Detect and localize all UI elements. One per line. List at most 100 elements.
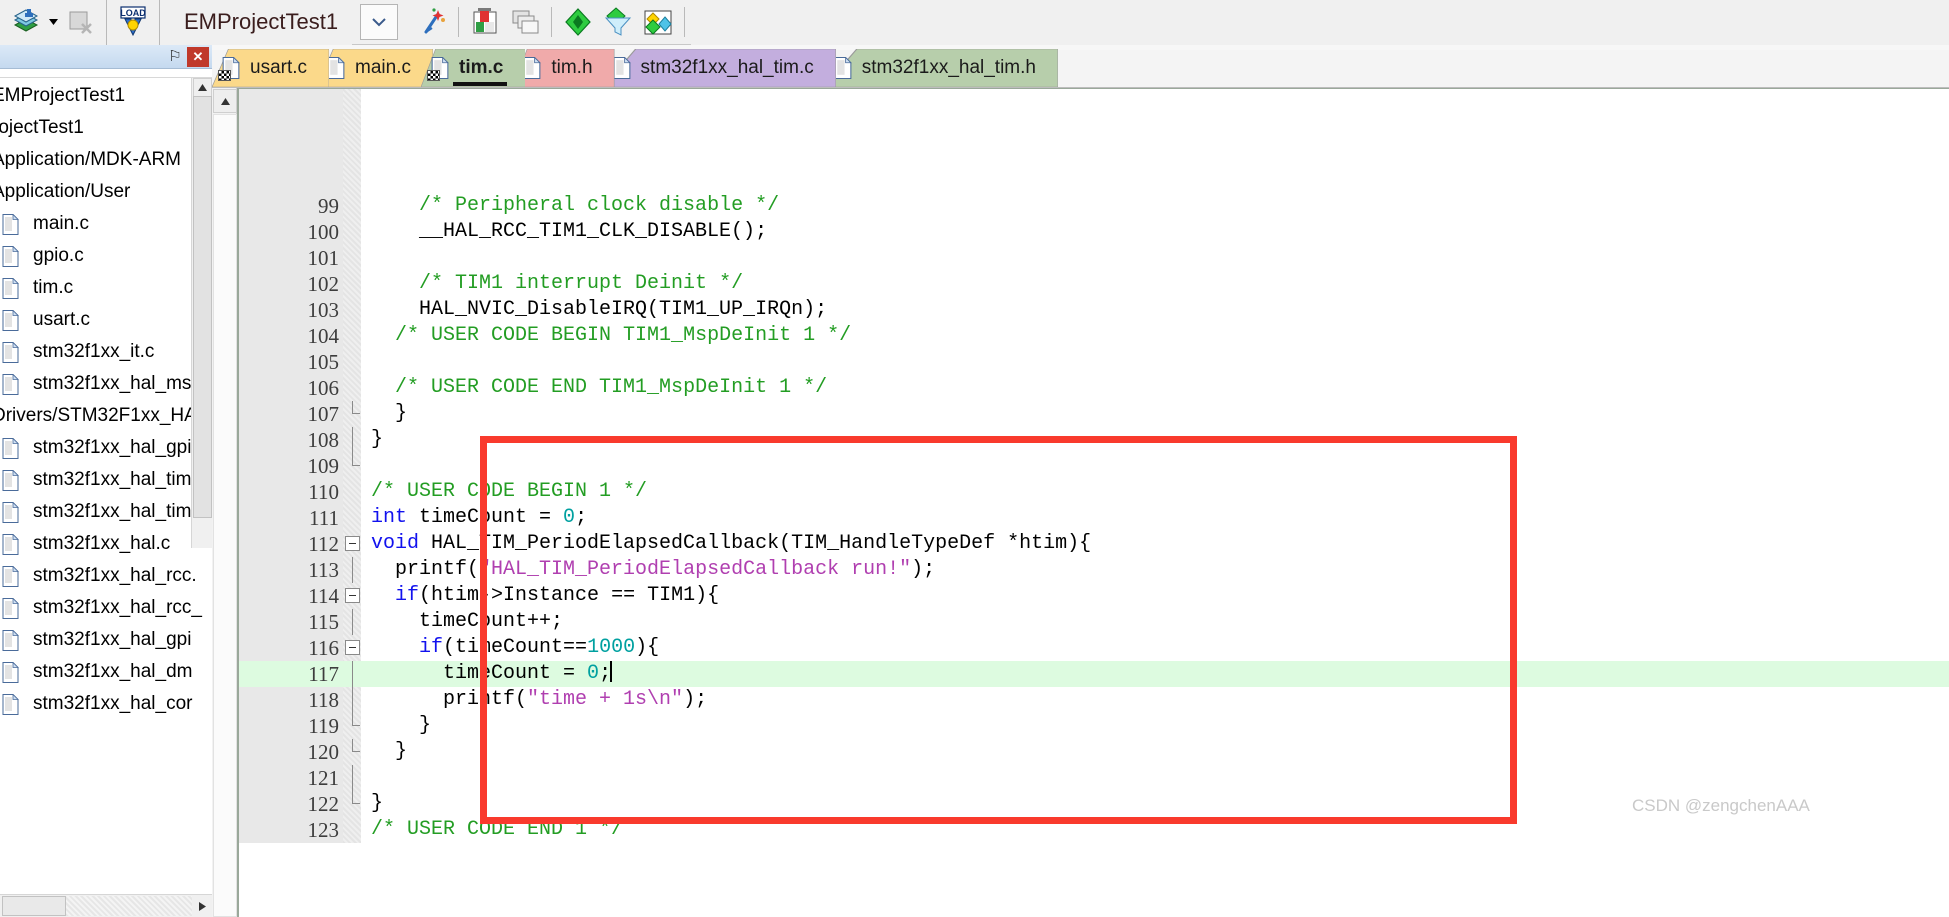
line-number: 100: [307, 220, 340, 244]
source-code[interactable]: 99 /* Peripheral clock disable */100 __H…: [239, 89, 1949, 843]
editor-tab-tim-h[interactable]: tim.h: [513, 48, 615, 87]
tree-file-row[interactable]: stm32f1xx_hal_dm: [0, 656, 212, 688]
project-target-combo[interactable]: [360, 4, 399, 40]
sidebar-vertical-scrollbar[interactable]: [191, 78, 212, 548]
close-icon[interactable]: ✕: [187, 46, 209, 67]
sidebar-hscroll-thumb[interactable]: [2, 896, 66, 916]
scroll-up-arrow-icon[interactable]: [193, 78, 212, 97]
editor-surface[interactable]: 99 /* Peripheral clock disable */100 __H…: [237, 88, 1949, 917]
tree-file-row[interactable]: tim.c: [0, 272, 212, 304]
configure-target-wizard-icon[interactable]: [412, 3, 452, 41]
editor-tab-main-c[interactable]: main.c: [316, 48, 434, 87]
pack-manager-icon[interactable]: [638, 3, 678, 41]
tree-group-row[interactable]: rojectTest1: [0, 112, 212, 144]
code-line[interactable]: 123 /* USER CODE END 1 */: [239, 817, 1949, 843]
tree-group-row[interactable]: EMProjectTest1: [0, 80, 212, 112]
editor-scroll-up-arrow-icon[interactable]: [213, 89, 237, 113]
scroll-right-arrow-icon[interactable]: [192, 896, 212, 916]
fold-marker[interactable]: [343, 531, 365, 557]
code-line[interactable]: 113 printf("HAL_TIM_PeriodElapsedCallbac…: [239, 557, 1949, 583]
pin-icon[interactable]: ⚐: [165, 49, 185, 64]
code-text: printf("HAL_TIM_PeriodElapsedCallback ru…: [365, 557, 1949, 583]
fold-marker[interactable]: [343, 635, 365, 661]
code-line[interactable]: 109: [239, 453, 1949, 479]
tab-file-icon: [327, 56, 345, 79]
code-line[interactable]: 104 /* USER CODE BEGIN TIM1_MspDeInit 1 …: [239, 323, 1949, 349]
tab-content: tim.h: [523, 56, 593, 79]
file-document-icon: [2, 565, 19, 587]
sidebar-scroll-thumb[interactable]: [193, 96, 212, 518]
code-line[interactable]: 101: [239, 245, 1949, 271]
code-line[interactable]: 105: [239, 349, 1949, 375]
build-dropdown-chevron-icon[interactable]: [46, 3, 60, 41]
code-line[interactable]: 107 }: [239, 401, 1949, 427]
code-line[interactable]: 102 /* TIM1 interrupt Deinit */: [239, 271, 1949, 297]
code-text: }: [365, 739, 1949, 765]
tree-file-row[interactable]: stm32f1xx_hal_cor: [0, 688, 212, 720]
editor-tab-stm32f1xx-hal-tim-c[interactable]: stm32f1xx_hal_tim.c: [601, 48, 837, 87]
packs-green-icon[interactable]: [558, 3, 598, 41]
tree-file-row[interactable]: main.c: [0, 208, 212, 240]
code-line[interactable]: 112 void HAL_TIM_PeriodElapsedCallback(TI…: [239, 531, 1949, 557]
tree-file-row[interactable]: stm32f1xx_hal_rcc_: [0, 592, 212, 624]
filter-packs-icon[interactable]: [598, 3, 638, 41]
svg-text:LOAD: LOAD: [120, 8, 146, 18]
tree-group-row[interactable]: Drivers/STM32F1xx_HA: [0, 400, 212, 432]
multi-project-icon[interactable]: [505, 3, 545, 41]
code-line[interactable]: 99 /* Peripheral clock disable */: [239, 193, 1949, 219]
code-line[interactable]: 108}: [239, 427, 1949, 453]
code-line[interactable]: 106 /* USER CODE END TIM1_MspDeInit 1 */: [239, 375, 1949, 401]
code-text: /* USER CODE END 1 */: [365, 817, 1949, 843]
tree-file-row[interactable]: gpio.c: [0, 240, 212, 272]
fold-marker[interactable]: [343, 583, 365, 609]
code-line[interactable]: 118 printf("time + 1s\n");: [239, 687, 1949, 713]
code-line[interactable]: 111 int timeCount = 0;: [239, 505, 1949, 531]
tree-item-label: stm32f1xx_hal_cor: [33, 693, 193, 714]
code-line[interactable]: 110 /* USER CODE BEGIN 1 */: [239, 479, 1949, 505]
tree-file-row[interactable]: stm32f1xx_it.c: [0, 336, 212, 368]
code-line[interactable]: 119 }: [239, 713, 1949, 739]
code-line[interactable]: 121: [239, 765, 1949, 791]
code-line[interactable]: 120 }: [239, 739, 1949, 765]
checkered-flag-icon: [218, 70, 231, 81]
manage-runtime-environment-icon[interactable]: [465, 3, 505, 41]
download-load-icon[interactable]: LOAD: [113, 3, 153, 41]
tree-file-row[interactable]: stm32f1xx_hal_gpi: [0, 432, 212, 464]
tree-file-row[interactable]: stm32f1xx_hal_rcc.: [0, 560, 212, 592]
file-document-icon: [2, 245, 19, 267]
code-line[interactable]: 103 HAL_NVIC_DisableIRQ(TIM1_UP_IRQn);: [239, 297, 1949, 323]
code-line[interactable]: 115 timeCount++;: [239, 609, 1949, 635]
sidebar-horizontal-scrollbar[interactable]: [0, 894, 212, 917]
project-tree[interactable]: EMProjectTest1 rojectTest1 Application/MDK…: [0, 78, 212, 886]
tree-file-row[interactable]: usart.c: [0, 304, 212, 336]
editor-scroll-track[interactable]: [213, 114, 237, 917]
tree-file-row[interactable]: stm32f1xx_hal_msp: [0, 368, 212, 400]
editor-vertical-scrollbar[interactable]: [212, 88, 237, 917]
code-line[interactable]: 114 if(htim->Instance == TIM1){: [239, 583, 1949, 609]
tree-file-row[interactable]: stm32f1xx_hal.c: [0, 528, 212, 560]
code-token-cmt: /* TIM1 interrupt Deinit */: [419, 272, 744, 295]
tree-file-row[interactable]: stm32f1xx_hal_tim: [0, 464, 212, 496]
tab-content: stm32f1xx_hal_tim.c: [613, 56, 814, 79]
editor-tab-tim-c[interactable]: tim.c: [420, 48, 526, 87]
tree-item-label: stm32f1xx_hal_rcc.: [33, 565, 197, 586]
code-line[interactable]: 117 timeCount = 0;: [239, 661, 1949, 687]
line-number: 102: [307, 272, 340, 296]
tab-file-icon: [834, 56, 852, 79]
tree-file-row[interactable]: stm32f1xx_hal_gpi: [0, 624, 212, 656]
tree-group-row[interactable]: Application/User: [0, 176, 212, 208]
text-cursor: [610, 661, 613, 682]
editor-tab-stm32f1xx-hal-tim-h[interactable]: stm32f1xx_hal_tim.h: [822, 48, 1059, 87]
build-target-icon[interactable]: [6, 3, 46, 41]
code-line[interactable]: 116 if(timeCount==1000){: [239, 635, 1949, 661]
code-token-pl: (htim->Instance == TIM1){: [419, 584, 720, 607]
tree-file-row[interactable]: stm32f1xx_hal_tim: [0, 496, 212, 528]
editor-tab-bar[interactable]: usart.c main.c tim.c tim.h stm32f1xx_hal_tim…: [212, 45, 1949, 88]
tree-group-row[interactable]: Application/MDK-ARM: [0, 144, 212, 176]
editor-tab-usart-c[interactable]: usart.c: [212, 48, 330, 87]
sidebar-hscroll-track[interactable]: [66, 896, 192, 916]
batch-build-icon[interactable]: [60, 3, 100, 41]
code-line[interactable]: 100 __HAL_RCC_TIM1_CLK_DISABLE();: [239, 219, 1949, 245]
